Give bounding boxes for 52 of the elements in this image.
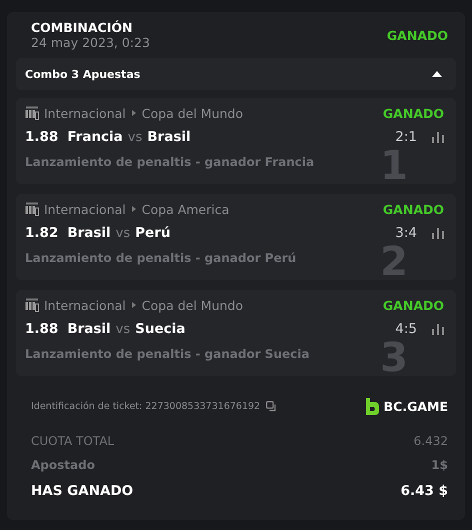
status-label: GANADO	[386, 28, 448, 42]
breadcrumb-chevron-icon	[132, 206, 136, 212]
away-team: Brasil	[147, 129, 191, 145]
category-label: Internacional	[44, 106, 126, 120]
total-label: CUOTA TOTAL	[31, 434, 114, 448]
league-label: Copa America	[142, 202, 230, 216]
total-value: 6.43 $	[400, 483, 448, 499]
bet-status: GANADO	[382, 298, 444, 312]
bet-status: GANADO	[382, 202, 444, 216]
away-team: Suecia	[135, 321, 186, 337]
odds-value: 1.88	[25, 321, 58, 337]
league-label: Copa del Mundo	[142, 106, 243, 120]
away-team: Perú	[135, 225, 170, 241]
league-label: Copa del Mundo	[142, 298, 243, 312]
brand-name: BC.GAME	[384, 399, 448, 414]
tournament-logo-icon	[25, 106, 39, 120]
stats-icon[interactable]	[432, 228, 444, 238]
home-team: Brasil	[67, 225, 111, 241]
tournament-logo-icon	[25, 202, 39, 216]
stats-icon[interactable]	[432, 324, 444, 334]
market-label: Lanzamiento de penaltis - ganador Perú	[25, 251, 298, 265]
stats-icon[interactable]	[432, 132, 444, 142]
copy-icon[interactable]	[266, 401, 278, 412]
vs-label: vs	[128, 130, 142, 144]
vs-label: vs	[116, 226, 130, 240]
breadcrumb-chevron-icon	[132, 110, 136, 116]
home-team: Brasil	[67, 321, 111, 337]
total-label: Apostado	[31, 458, 95, 472]
tournament-logo-icon	[25, 298, 39, 312]
brand-logo-icon	[364, 398, 379, 415]
odds-value: 1.82	[25, 225, 58, 241]
market-label: Lanzamiento de penaltis - ganador Suecia	[25, 347, 310, 361]
total-value: 6.432	[414, 434, 448, 448]
ticket-id: Identificación de ticket: 2273008533731676192	[31, 401, 260, 412]
total-value: 1$	[431, 458, 448, 472]
vs-label: vs	[116, 322, 130, 336]
odds-value: 1.88	[25, 129, 58, 145]
category-label: Internacional	[44, 202, 126, 216]
category-label: Internacional	[44, 298, 126, 312]
bet-date: 24 may 2023, 0:23	[31, 35, 150, 50]
combo-bar[interactable]: Combo 3 Apuestas	[16, 58, 456, 90]
breadcrumb-chevron-icon	[132, 302, 136, 308]
market-label: Lanzamiento de penaltis - ganador Francia	[25, 155, 316, 169]
score: 2:1	[395, 129, 417, 145]
bet-status: GANADO	[382, 106, 444, 120]
total-label: HAS GANADO	[31, 483, 134, 499]
home-team: Francia	[67, 129, 123, 145]
bet-type-title: COMBINACIÓN	[31, 20, 134, 35]
score: 3:4	[395, 225, 417, 241]
combo-label: Combo 3 Apuestas	[25, 68, 140, 80]
collapse-arrow-icon[interactable]	[432, 71, 442, 77]
score: 4:5	[395, 321, 417, 337]
